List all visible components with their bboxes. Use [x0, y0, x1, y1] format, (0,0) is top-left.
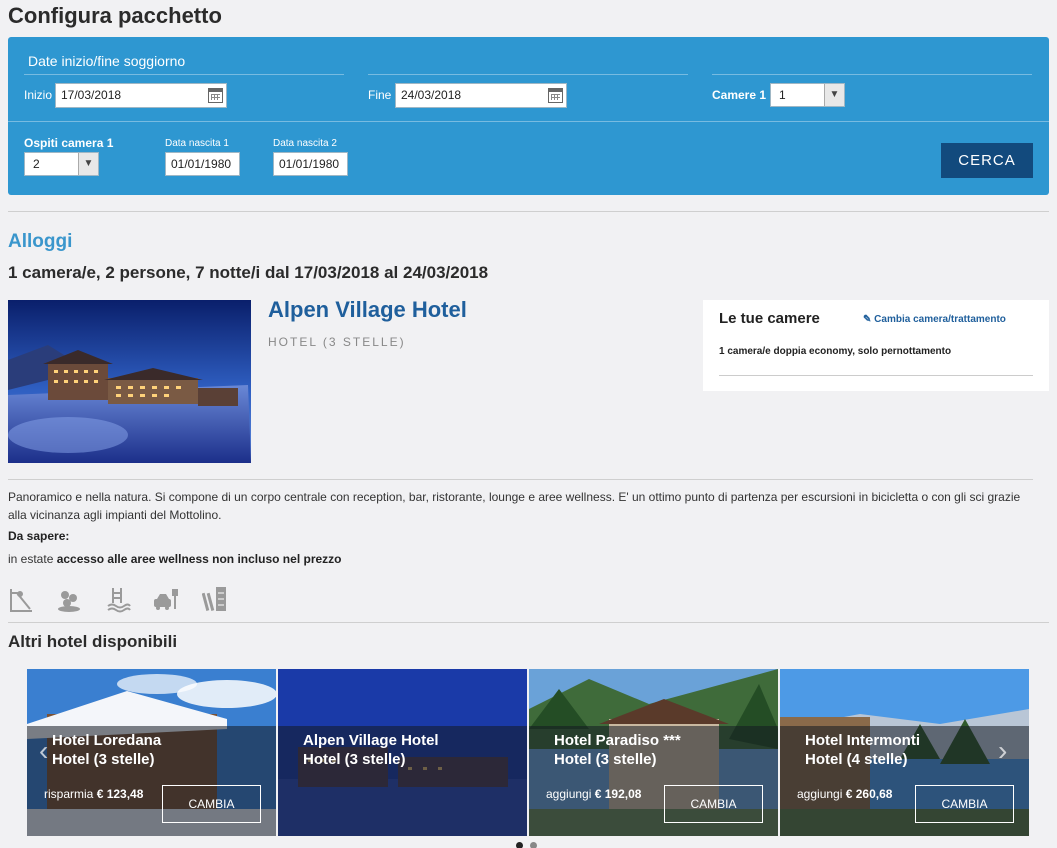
know-bold: accesso alle aree wellness non incluso n…	[56, 552, 342, 566]
card-price: aggiungi € 260,68	[797, 787, 892, 801]
rooms-select[interactable]: 1 ▼	[770, 83, 845, 107]
guests-select-value: 2	[33, 157, 40, 171]
dates-section-title: Date inizio/fine soggiorno	[28, 53, 186, 69]
rooms-box: Le tue camere ✎ Cambia camera/trattament…	[703, 300, 1049, 391]
calendar-icon[interactable]	[548, 88, 563, 103]
birth2-label: Data nascita 2	[273, 138, 337, 149]
end-date-field[interactable]: 24/03/2018	[395, 83, 567, 108]
stay-summary: 1 camera/e, 2 persone, 7 notte/i dal 17/…	[8, 263, 489, 282]
rooms-label: Camere 1	[712, 88, 767, 102]
start-date-label: Inizio	[24, 88, 53, 102]
card-hotel-name: Hotel Paradiso *** Hotel (3 stelle)	[554, 732, 681, 768]
chevron-right-icon[interactable]: ›	[998, 735, 1007, 767]
hotel-card[interactable]: Hotel Paradiso *** Hotel (3 stelle) aggiu…	[529, 669, 778, 836]
know-prefix: in estate	[8, 552, 57, 566]
search-panel: Date inizio/fine soggiorno Inizio 17/03/…	[8, 37, 1049, 195]
hotel-carousel: Hotel Loredana Hotel (3 stelle) risparmia…	[27, 669, 1029, 836]
start-date-field[interactable]: 17/03/2018	[55, 83, 227, 108]
card-hotel-name: Hotel Loredana Hotel (3 stelle)	[52, 732, 162, 768]
card-price-value: € 260,68	[845, 787, 893, 801]
parking-icon	[153, 585, 179, 613]
pager-dot[interactable]	[530, 842, 537, 848]
chevron-left-icon[interactable]: ‹	[39, 735, 48, 767]
divider	[368, 74, 688, 75]
guests-label: Ospiti camera 1	[24, 136, 114, 150]
rooms-title: Le tue camere	[719, 310, 820, 327]
divider	[8, 622, 1049, 623]
change-hotel-button[interactable]: CAMBIA	[162, 785, 261, 823]
accommodation-title: Alloggi	[8, 231, 73, 252]
divider	[8, 121, 1049, 122]
hotel-category: HOTEL (3 STELLE)	[268, 335, 406, 349]
know-text: in estate accesso alle aree wellness non…	[8, 552, 342, 566]
change-hotel-button[interactable]: CAMBIA	[664, 785, 763, 823]
birth2-field[interactable]: 01/01/1980	[273, 152, 348, 176]
divider	[24, 74, 344, 75]
hotel-description: Panoramico e nella natura. Si compone di…	[8, 490, 1021, 522]
birth1-field[interactable]: 01/01/1980	[165, 152, 240, 176]
card-price-prefix: aggiungi	[546, 787, 592, 801]
spa-icon	[56, 585, 82, 613]
know-label: Da sapere:	[8, 529, 70, 543]
chevron-down-icon[interactable]: ▼	[78, 153, 98, 175]
guests-select[interactable]: 2 ▼	[24, 152, 99, 176]
card-price-prefix: risparmia	[44, 787, 94, 801]
divider	[8, 211, 1049, 212]
end-date-value: 24/03/2018	[401, 88, 462, 102]
hotel-card[interactable]: Alpen Village Hotel Hotel (3 stelle)	[278, 669, 527, 836]
card-price-value: € 123,48	[96, 787, 144, 801]
birth1-label: Data nascita 1	[165, 138, 229, 149]
other-hotels-title: Altri hotel disponibili	[8, 632, 178, 651]
room-description: 1 camera/e doppia economy, solo pernotta…	[719, 346, 952, 357]
edit-icon: ✎	[863, 314, 872, 325]
pager-dot-active[interactable]	[516, 842, 523, 848]
playground-icon	[8, 585, 34, 613]
divider	[719, 375, 1033, 376]
calendar-icon[interactable]	[208, 88, 223, 103]
hotel-card[interactable]: Hotel Intermonti Hotel (4 stelle) aggiung…	[780, 669, 1029, 836]
card-hotel-name: Alpen Village Hotel Hotel (3 stelle)	[303, 732, 439, 768]
divider	[712, 74, 1032, 75]
hotel-name[interactable]: Alpen Village Hotel	[268, 297, 467, 323]
chevron-down-icon[interactable]: ▼	[824, 84, 844, 106]
card-price-prefix: aggiungi	[797, 787, 843, 801]
card-hotel-name: Hotel Intermonti Hotel (4 stelle)	[805, 732, 920, 768]
card-price-value: € 192,08	[594, 787, 642, 801]
card-price: risparmia € 123,48	[44, 787, 143, 801]
change-room-label: Cambia camera/trattamento	[874, 314, 1006, 325]
change-hotel-button[interactable]: CAMBIA	[915, 785, 1014, 823]
rooms-select-value: 1	[779, 88, 786, 102]
pool-icon	[106, 585, 132, 613]
ski-storage-icon	[201, 585, 228, 613]
hotel-photo	[8, 300, 251, 463]
page-title: Configura pacchetto	[8, 3, 222, 28]
end-date-label: Fine	[368, 88, 392, 102]
card-price: aggiungi € 192,08	[546, 787, 641, 801]
change-room-link[interactable]: ✎ Cambia camera/trattamento	[863, 314, 1006, 325]
hotel-card[interactable]: Hotel Loredana Hotel (3 stelle) risparmia…	[27, 669, 276, 836]
search-button[interactable]: CERCA	[941, 143, 1033, 178]
divider	[8, 479, 1033, 480]
start-date-value: 17/03/2018	[61, 88, 122, 102]
